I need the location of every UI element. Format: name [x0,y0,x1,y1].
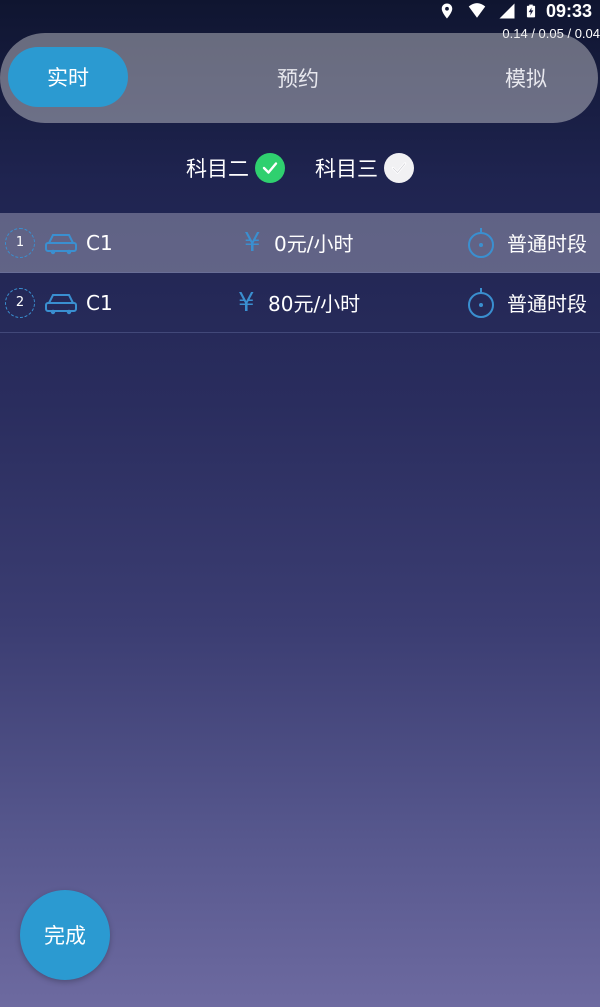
tab-simulation[interactable]: 模拟 [486,63,566,93]
subject-filters: 科目二 科目三 [0,150,600,186]
done-button[interactable]: 完成 [20,890,110,980]
period-label: 普通时段 [507,232,587,256]
row-index-badge: 2 [5,287,35,318]
mode-tabbar: 实时 预约 模拟 [0,33,598,123]
check-circle-icon [384,153,414,183]
license-class: C1 [86,230,113,255]
yen-icon: ¥ [244,227,261,258]
wifi-icon [468,3,486,18]
subject-two-toggle[interactable]: 科目二 [186,153,285,183]
status-bar: 09:33 [0,0,600,22]
check-circle-icon [255,153,285,183]
tab-realtime[interactable]: 实时 [8,47,128,107]
price-label: 80元/小时 [268,292,361,316]
subject-three-toggle[interactable]: 科目三 [315,153,414,183]
battery-charging-icon [526,4,536,18]
row-index-badge: 1 [5,227,35,258]
subject-two-label: 科目二 [186,157,249,181]
status-time: 09:33 [545,0,592,21]
yen-icon: ¥ [238,287,255,318]
period-label: 普通时段 [507,292,587,316]
stopwatch-icon [468,227,494,258]
location-icon [441,3,453,19]
coach-list: 1 C1 ¥ 0元/小时 普通时段 2 C1 ¥ 80元/小时 普通时段 [0,213,600,333]
car-icon [45,233,77,254]
car-icon [45,293,77,314]
list-item[interactable]: 1 C1 ¥ 0元/小时 普通时段 [0,213,600,273]
license-class: C1 [86,290,113,315]
stopwatch-icon [468,287,494,318]
list-item[interactable]: 2 C1 ¥ 80元/小时 普通时段 [0,273,600,333]
tab-reservation[interactable]: 预约 [248,63,348,93]
price-label: 0元/小时 [274,232,354,256]
cell-signal-icon [499,3,515,19]
subject-three-label: 科目三 [315,157,378,181]
